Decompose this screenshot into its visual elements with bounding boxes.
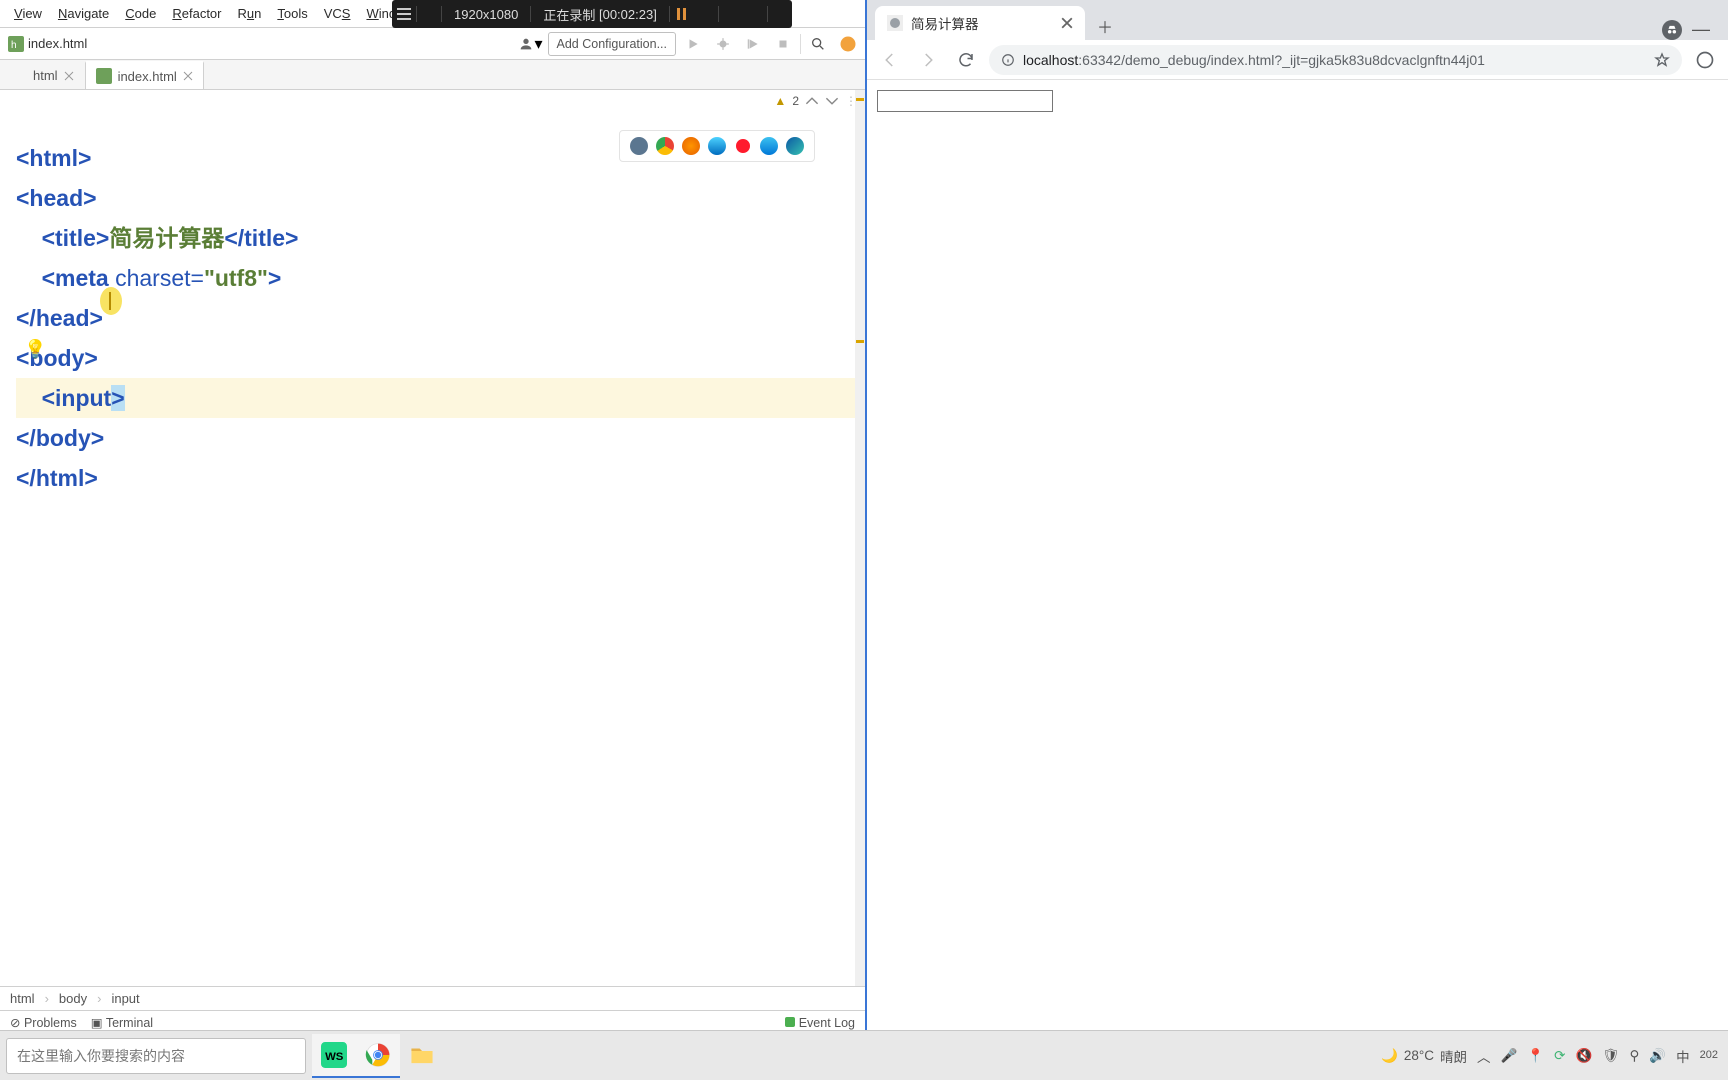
stop-button[interactable] <box>770 31 796 57</box>
url-text: localhost:63342/demo_debug/index.html?_i… <box>1023 52 1485 68</box>
taskbar-app-webstorm[interactable]: WS <box>312 1034 356 1078</box>
editor-tab-label: index.html <box>118 69 177 84</box>
svg-text:h: h <box>11 40 17 51</box>
weather-moon-icon: 🌙 <box>1381 1048 1398 1064</box>
page-text-input[interactable] <box>877 90 1053 112</box>
editor-breadcrumbs: html› body› input <box>0 986 865 1010</box>
forward-button[interactable] <box>913 45 943 75</box>
close-icon[interactable] <box>1061 17 1073 29</box>
close-icon[interactable] <box>64 71 74 81</box>
chrome-toolbar: localhost:63342/demo_debug/index.html?_i… <box>867 40 1728 80</box>
event-log-button[interactable]: Event Log <box>785 1016 855 1030</box>
editor-tab-html[interactable]: html <box>0 61 85 89</box>
chrome-window: 简易计算器 ＋ — localhost:63342/demo_debug/ind… <box>865 0 1728 1030</box>
taskbar-app-explorer[interactable] <box>400 1034 444 1078</box>
tray-sound-icon[interactable]: 🔊 <box>1649 1048 1666 1064</box>
intention-bulb-icon[interactable]: 💡 <box>24 339 46 360</box>
code-content[interactable]: <html><head> <title>简易计算器</title> <meta … <box>0 90 865 986</box>
nav-breadcrumb: h index.html <box>8 36 87 52</box>
recorder-stop-button[interactable] <box>694 0 718 28</box>
nav-breadcrumb-file: index.html <box>28 36 87 51</box>
taskbar-tray: 🌙 28°C 晴朗 ︿ 🎤 📍 ⟳ 🔇 🛡 ⚲ 🔊 中 202 <box>1371 1046 1728 1066</box>
chrome-tabstrip: 简易计算器 ＋ — <box>867 0 1728 40</box>
taskbar-search-box[interactable]: 在这里输入你要搜索的内容 <box>6 1038 306 1074</box>
incognito-icon[interactable] <box>1662 20 1682 40</box>
html-file-icon: h <box>8 36 24 52</box>
editor-tabs: html index.html <box>0 60 865 90</box>
tray-ime-indicator[interactable]: 中 <box>1676 1046 1690 1066</box>
tray-location-icon[interactable]: 📍 <box>1527 1048 1544 1064</box>
svg-text:WS: WS <box>325 1050 344 1062</box>
weather-temp: 28°C <box>1404 1048 1434 1063</box>
debug-button[interactable] <box>710 31 736 57</box>
profile-avatar-icon[interactable] <box>1690 45 1720 75</box>
run-button[interactable] <box>680 31 706 57</box>
rendered-page <box>867 80 1728 1030</box>
menu-code[interactable]: Code <box>117 6 164 21</box>
windows-taskbar: 在这里输入你要搜索的内容 WS 🌙 28°C 晴朗 ︿ 🎤 📍 ⟳ 🔇 🛡 ⚲ … <box>0 1030 1728 1080</box>
menu-navigate[interactable]: Navigate <box>50 6 117 21</box>
tray-sync-icon[interactable]: ⟳ <box>1554 1048 1565 1064</box>
tray-volume-muted-icon[interactable]: 🔇 <box>1575 1048 1592 1064</box>
ide-settings-button[interactable] <box>835 31 861 57</box>
chrome-tab-title: 简易计算器 <box>911 13 979 33</box>
menu-tools[interactable]: Tools <box>269 6 315 21</box>
tray-wifi-icon[interactable]: ⚲ <box>1629 1048 1639 1064</box>
ide-window: View Navigate Code Refactor Run Tools VC… <box>0 0 865 1080</box>
reload-button[interactable] <box>951 45 981 75</box>
html-file-icon <box>96 68 112 84</box>
recorder-annotate-button[interactable] <box>743 0 767 28</box>
tray-chevron-up-icon[interactable]: ︿ <box>1477 1046 1491 1066</box>
weather-widget[interactable]: 🌙 28°C 晴朗 <box>1381 1046 1467 1066</box>
chrome-tab[interactable]: 简易计算器 <box>875 6 1085 40</box>
code-editor[interactable]: ▲ 2 ⋮ <html><head> <title>简易计算器</title> … <box>0 90 865 986</box>
terminal-tool-button[interactable]: ▣ Terminal <box>91 1015 153 1030</box>
close-icon[interactable] <box>183 71 193 81</box>
user-icon[interactable]: ▾ <box>518 31 544 57</box>
coverage-button[interactable] <box>740 31 766 57</box>
breadcrumb-item[interactable]: html <box>10 991 35 1006</box>
breadcrumb-item[interactable]: input <box>111 991 139 1006</box>
back-button[interactable] <box>875 45 905 75</box>
editor-marker-stripe[interactable] <box>855 90 865 986</box>
tray-mic-icon[interactable]: 🎤 <box>1501 1048 1518 1064</box>
weather-text: 晴朗 <box>1440 1046 1467 1066</box>
problems-tool-button[interactable]: ⊘ Problems <box>10 1015 77 1030</box>
breadcrumb-item[interactable]: body <box>59 991 87 1006</box>
address-bar[interactable]: localhost:63342/demo_debug/index.html?_i… <box>989 45 1682 75</box>
menu-refactor[interactable]: Refactor <box>164 6 229 21</box>
menu-run[interactable]: Run <box>230 6 270 21</box>
menu-vcs[interactable]: VCS <box>316 6 359 21</box>
recorder-close-button[interactable] <box>768 0 792 28</box>
bookmark-star-icon[interactable] <box>1654 52 1670 68</box>
tray-clock[interactable]: 202 <box>1700 1049 1718 1061</box>
recorder-screenshot-button[interactable] <box>719 0 743 28</box>
site-info-icon[interactable] <box>1001 53 1015 67</box>
run-config-combo[interactable]: Add Configuration... <box>548 32 677 56</box>
tray-security-icon[interactable]: 🛡 <box>1602 1048 1619 1064</box>
recorder-pause-button[interactable] <box>670 0 694 28</box>
editor-tab-index-html[interactable]: index.html <box>85 61 204 89</box>
favicon-icon <box>887 15 903 31</box>
editor-tab-label: html <box>33 68 58 83</box>
recorder-status: 正在录制 [00:02:23] <box>531 0 668 28</box>
menu-view[interactable]: View <box>6 6 50 21</box>
cursor-highlight-icon <box>100 287 122 315</box>
html-file-icon <box>11 68 27 84</box>
recorder-resolution: 1920x1080 <box>442 0 530 28</box>
screen-recorder-toolbar: 1920x1080 正在录制 [00:02:23] <box>392 0 792 28</box>
window-minimize-button[interactable]: — <box>1692 19 1710 40</box>
recorder-menu-icon[interactable] <box>392 0 416 28</box>
new-tab-button[interactable]: ＋ <box>1091 12 1119 40</box>
search-everywhere-button[interactable] <box>805 31 831 57</box>
ide-nav-toolbar: h index.html ▾ Add Configuration... <box>0 28 865 60</box>
taskbar-app-chrome[interactable] <box>356 1034 400 1078</box>
recorder-pin-icon[interactable] <box>417 0 441 28</box>
